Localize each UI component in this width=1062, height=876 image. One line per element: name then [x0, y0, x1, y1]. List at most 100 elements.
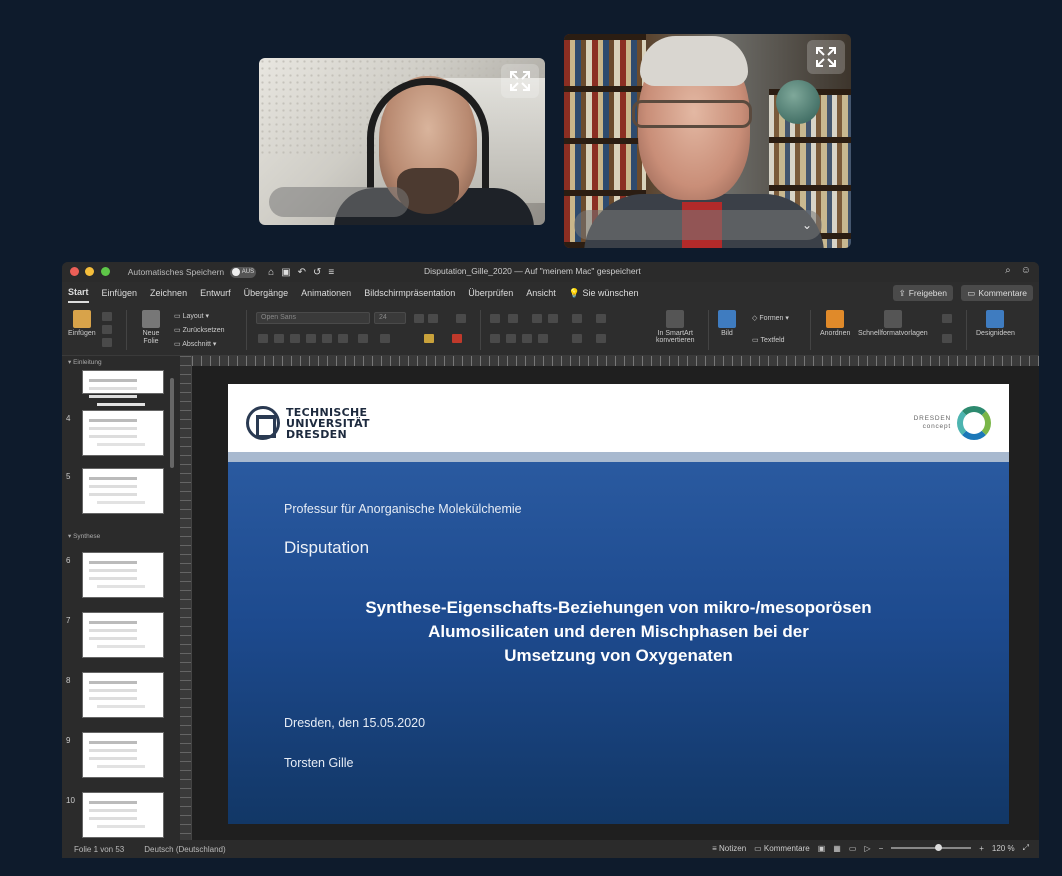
quick-styles-button[interactable]: Schnellformatvorlagen [858, 310, 928, 337]
new-slide-label: Neue Folie [142, 330, 160, 345]
tab-transitions[interactable]: Übergänge [244, 284, 289, 302]
zoom-slider-knob[interactable] [935, 844, 943, 851]
comments-status-button[interactable]: ▭ Kommentare [754, 844, 810, 853]
decrease-indent-icon[interactable] [532, 314, 542, 323]
tab-slideshow[interactable]: Bildschirmpräsentation [364, 284, 455, 302]
slide-thumbnail-8[interactable] [82, 672, 164, 718]
tab-design[interactable]: Entwurf [200, 284, 231, 302]
align-center-icon[interactable] [506, 334, 516, 343]
slide-thumbnail-9[interactable] [82, 732, 164, 778]
zoom-out-icon[interactable]: − [879, 844, 884, 853]
tab-start[interactable]: Start [68, 283, 89, 303]
italic-icon[interactable] [274, 334, 284, 343]
zoom-window-button[interactable] [100, 266, 110, 276]
current-slide[interactable]: TECHNISCHE UNIVERSITÄT DRESDEN DRESDEN c… [228, 384, 1009, 824]
smiley-icon[interactable]: ☺ [1021, 265, 1031, 276]
slide-thumbnail-pane[interactable]: ▾ Einleitung 4 5 ▾ Synthese 6 7 8 9 10 [62, 356, 180, 840]
slide-canvas[interactable]: TECHNISCHE UNIVERSITÄT DRESDEN DRESDEN c… [192, 366, 1039, 840]
paste-button[interactable]: Einfügen [68, 310, 96, 337]
cut-icon[interactable] [102, 312, 112, 321]
numbering-icon[interactable] [508, 314, 518, 323]
strikethrough-icon[interactable] [306, 334, 316, 343]
chevron-down-icon[interactable]: ⌄ [802, 218, 812, 232]
shape-outline-icon[interactable] [942, 334, 952, 343]
comments-button[interactable]: ▭ Kommentare [961, 285, 1033, 301]
line-spacing-icon[interactable] [572, 314, 582, 323]
reset-button[interactable]: ▭ Zurücksetzen [174, 326, 225, 334]
slide-thumbnail-10[interactable] [82, 792, 164, 838]
language-indicator[interactable]: Deutsch (Deutschland) [144, 845, 225, 854]
expand-button[interactable] [807, 40, 845, 74]
grow-font-icon[interactable] [414, 314, 424, 323]
font-color-icon[interactable] [452, 334, 462, 343]
bullets-icon[interactable] [490, 314, 500, 323]
normal-view-icon[interactable]: ▣ [818, 844, 826, 853]
section-header-2[interactable]: ▾ Synthese [62, 532, 100, 540]
superscript-icon[interactable] [338, 334, 348, 343]
underline-icon[interactable] [290, 334, 300, 343]
align-left-icon[interactable] [490, 334, 500, 343]
text-direction-icon[interactable] [572, 334, 582, 343]
slide-thumbnail-6[interactable] [82, 552, 164, 598]
home-icon[interactable]: ⌂ [268, 267, 274, 278]
designer-button[interactable]: Designideen [976, 310, 1015, 337]
reading-view-icon[interactable]: ▭ [849, 844, 857, 853]
arrange-button[interactable]: Anordnen [820, 310, 850, 337]
textbox-button[interactable]: ▭ Textfeld [752, 336, 785, 344]
slide-sorter-icon[interactable]: ▦ [833, 844, 841, 853]
tab-view[interactable]: Ansicht [526, 284, 556, 302]
share-button[interactable]: ⇪ Freigeben [892, 285, 953, 301]
fit-slide-icon[interactable]: ⤢ [1023, 843, 1029, 853]
picture-button[interactable]: Bild [718, 310, 736, 337]
smartart-button[interactable]: In SmartArt konvertieren [656, 310, 695, 344]
minimize-window-button[interactable] [85, 266, 95, 276]
tell-me[interactable]: 💡 Sie wünschen [569, 284, 639, 303]
copy-icon[interactable] [102, 325, 112, 334]
notes-button[interactable]: ≡ Notizen [712, 844, 746, 853]
tab-insert[interactable]: Einfügen [102, 284, 138, 302]
font-name-select[interactable]: Open Sans [256, 312, 370, 324]
section-header-1[interactable]: ▾ Einleitung [62, 358, 102, 366]
shrink-font-icon[interactable] [428, 314, 438, 323]
close-window-button[interactable] [70, 266, 79, 276]
section-button[interactable]: ▭ Abschnitt ▾ [174, 340, 216, 348]
slideshow-icon[interactable]: ▷ [864, 844, 870, 853]
slide-thumbnail-3[interactable] [82, 370, 164, 394]
highlight-color-icon[interactable] [424, 334, 434, 343]
customize-icon[interactable]: ≡ [328, 267, 334, 278]
clear-format-icon[interactable] [456, 314, 466, 323]
shape-fill-icon[interactable] [942, 314, 952, 323]
tab-animations[interactable]: Animationen [301, 284, 351, 302]
search-icon[interactable]: ⌕ [1005, 265, 1011, 276]
save-icon[interactable]: ▣ [281, 267, 290, 278]
redo-icon[interactable]: ↺ [313, 267, 321, 278]
slide-thumbnail-7[interactable] [82, 612, 164, 658]
autosave-toggle[interactable]: AUS [230, 266, 257, 278]
video-tile-participant-2[interactable]: ⌄ [564, 34, 851, 248]
character-spacing-icon[interactable] [358, 334, 368, 343]
slide-thumbnail-5[interactable] [82, 468, 164, 514]
zoom-in-icon[interactable]: + [979, 844, 984, 853]
zoom-slider[interactable] [891, 844, 972, 851]
align-right-icon[interactable] [522, 334, 532, 343]
font-size-select[interactable]: 24 [374, 312, 406, 324]
increase-indent-icon[interactable] [548, 314, 558, 323]
expand-button[interactable] [501, 64, 539, 98]
slide-thumbnail-4[interactable] [82, 410, 164, 456]
columns-icon[interactable] [596, 314, 606, 323]
thumbnail-scrollbar[interactable] [170, 378, 174, 468]
shapes-button[interactable]: ◇ Formen ▾ [752, 314, 789, 322]
subscript-icon[interactable] [322, 334, 332, 343]
align-text-icon[interactable] [596, 334, 606, 343]
justify-icon[interactable] [538, 334, 548, 343]
tab-review[interactable]: Überprüfen [468, 284, 513, 302]
new-slide-button[interactable]: Neue Folie [142, 310, 160, 346]
bold-icon[interactable] [258, 334, 268, 343]
layout-button[interactable]: ▭ Layout ▾ [174, 312, 209, 320]
tab-draw[interactable]: Zeichnen [150, 284, 187, 302]
change-case-icon[interactable] [380, 334, 390, 343]
zoom-level[interactable]: 120 % [992, 844, 1015, 853]
video-tile-participant-1[interactable] [259, 58, 545, 225]
undo-icon[interactable]: ↶ [298, 267, 306, 278]
format-painter-icon[interactable] [102, 338, 112, 347]
